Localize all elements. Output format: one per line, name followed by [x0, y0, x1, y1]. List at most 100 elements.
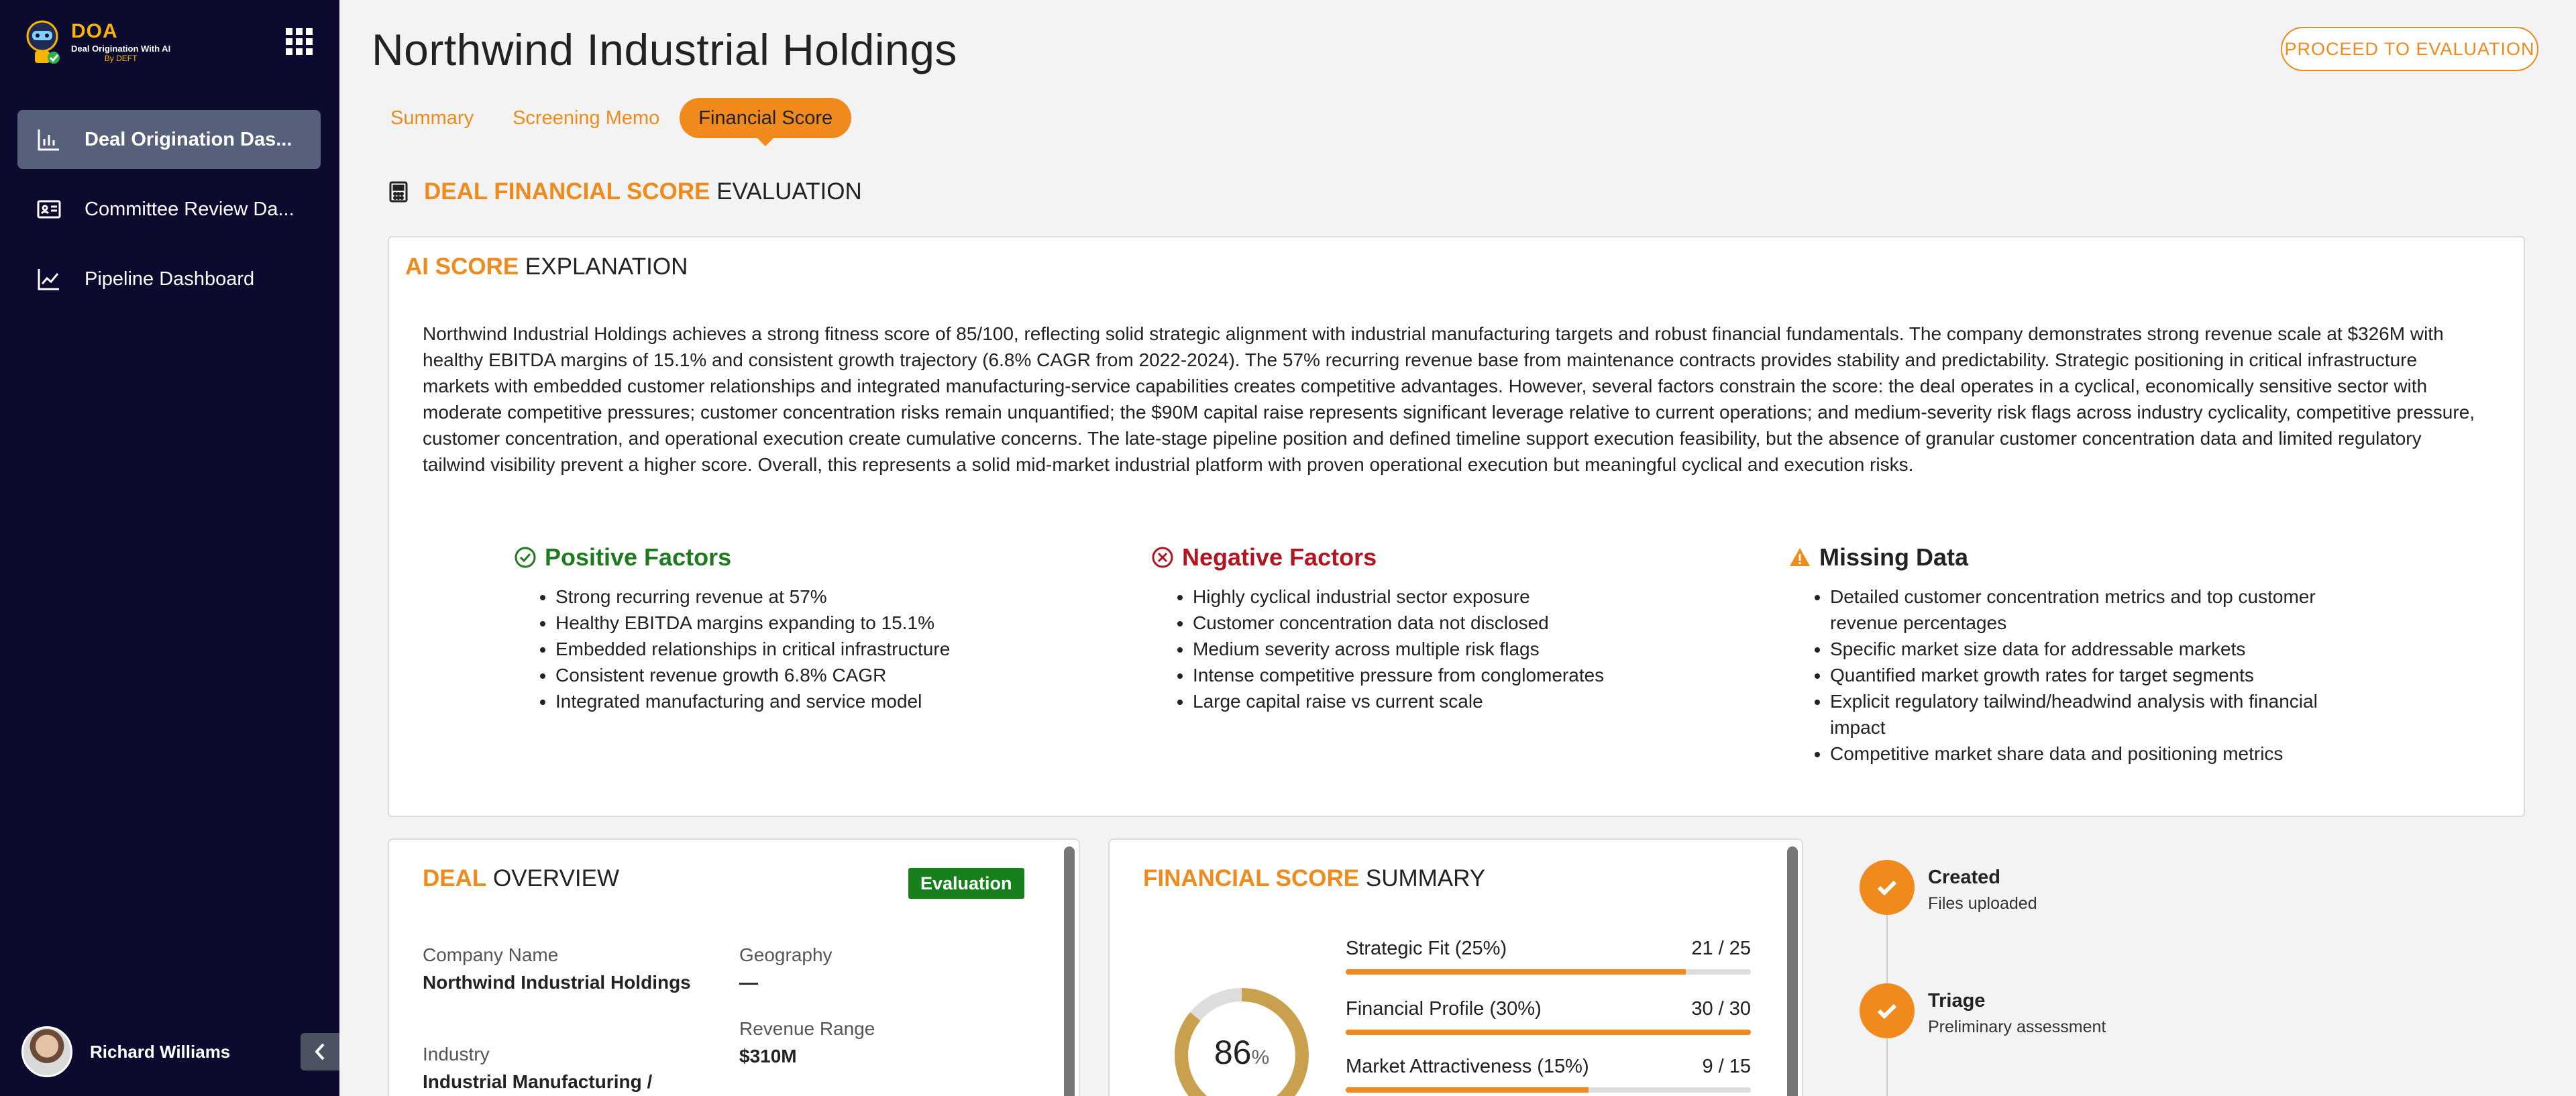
bar-chart-icon	[38, 129, 59, 151]
status-badge: Evaluation	[908, 868, 1024, 899]
list-item: Detailed customer concentration metrics …	[1830, 584, 2365, 636]
scrollbar[interactable]	[1787, 846, 1798, 1096]
sidebar-item-label: Committee Review Da...	[85, 198, 294, 220]
deal-overview-card: DEAL OVERVIEW Evaluation Company Name No…	[388, 838, 1080, 1096]
metric-value: 30 / 30	[1691, 998, 1751, 1020]
timeline-step-subtitle: Files uploaded	[1928, 894, 2037, 913]
card-title-accent: AI SCORE	[405, 254, 519, 280]
list-item: Consistent revenue growth 6.8% CAGR	[555, 662, 1118, 688]
metric-progress-fill	[1346, 969, 1686, 975]
score-number: 86	[1214, 1034, 1252, 1071]
field-label: Industry	[423, 1044, 490, 1064]
section-heading-accent: DEAL FINANCIAL SCORE	[424, 178, 710, 205]
tab-screening-memo[interactable]: Screening Memo	[494, 98, 678, 138]
line-chart-icon	[38, 269, 59, 290]
negative-factors-title: Negative Factors	[1182, 543, 1377, 571]
user-profile[interactable]: Richard Williams	[21, 1026, 230, 1077]
robot-mascot-icon	[19, 16, 66, 67]
field-label: Revenue Range	[739, 1018, 875, 1039]
proceed-to-evaluation-button[interactable]: PROCEED TO EVALUATION	[2281, 27, 2538, 71]
check-circle-icon	[515, 547, 536, 568]
sidebar-nav: Deal Origination Das... Committee Review…	[17, 110, 321, 319]
card-title: FINANCIAL SCORE SUMMARY	[1143, 865, 1485, 892]
list-item: Strong recurring revenue at 57%	[555, 584, 1118, 610]
ai-explanation-text: Northwind Industrial Holdings achieves a…	[423, 323, 2475, 475]
metric-progress-fill	[1346, 1087, 1589, 1093]
timeline-step-title: Created	[1928, 867, 2000, 888]
sidebar-item-label: Pipeline Dashboard	[85, 268, 255, 290]
card-title-rest: OVERVIEW	[486, 865, 620, 891]
sidebar-item-pipeline-dashboard[interactable]: Pipeline Dashboard	[17, 250, 321, 309]
list-item: Integrated manufacturing and service mod…	[555, 688, 1118, 714]
negative-factors: Negative Factors Highly cyclical industr…	[1151, 541, 1755, 714]
list-item: Customer concentration data not disclose…	[1193, 610, 1755, 636]
card-title-rest: SUMMARY	[1359, 865, 1486, 891]
chevron-left-icon	[315, 1043, 325, 1060]
deal-progress-timeline: Created Files uploaded Triage Preliminar…	[1860, 852, 2262, 1096]
list-item: Quantified market growth rates for targe…	[1830, 662, 2365, 688]
card-title-accent: DEAL	[423, 865, 487, 891]
field-value: —	[739, 972, 758, 993]
collapse-sidebar-button[interactable]	[301, 1033, 339, 1071]
positive-factors-title: Positive Factors	[545, 543, 732, 571]
metric-label: Strategic Fit (25%)	[1346, 938, 1507, 959]
logo-byline: By DEFT	[104, 53, 138, 63]
positive-factors-list: Strong recurring revenue at 57% Healthy …	[514, 584, 1118, 714]
card-title: AI SCORE EXPLANATION	[405, 254, 688, 280]
metric-market-attractiveness: Market Attractiveness (15%) 9 / 15	[1346, 1056, 1751, 1093]
ai-score-explanation-card: AI SCORE EXPLANATION Northwind Industria…	[388, 236, 2525, 817]
tab-financial-score[interactable]: Financial Score	[680, 98, 852, 146]
sidebar: DOA Deal Origination With AI By DEFT Dea…	[0, 0, 339, 1096]
metric-label: Market Attractiveness (15%)	[1346, 1056, 1589, 1077]
user-name: Richard Williams	[90, 1041, 231, 1062]
sidebar-item-label: Deal Origination Das...	[85, 128, 292, 150]
apps-grid-icon[interactable]	[284, 27, 314, 56]
calculator-icon	[389, 181, 408, 203]
list-item: Embedded relationships in critical infra…	[555, 636, 1118, 662]
id-card-icon	[37, 200, 61, 219]
timeline-step-triage: Triage Preliminary assessment	[1860, 983, 2106, 1038]
list-item: Intense competitive pressure from conglo…	[1193, 662, 1755, 688]
section-heading-rest: EVALUATION	[710, 178, 862, 205]
field-value: Industrial Manufacturing /	[423, 1071, 653, 1092]
metric-progress-fill	[1346, 1030, 1751, 1035]
industry-field: Industry Industrial Manufacturing /	[423, 1044, 731, 1095]
missing-data-list: Detailed customer concentration metrics …	[1788, 584, 2365, 767]
tab-summary[interactable]: Summary	[372, 98, 492, 138]
field-value: $310M	[739, 1046, 797, 1066]
sidebar-item-committee-review[interactable]: Committee Review Da...	[17, 180, 321, 239]
scrollbar[interactable]	[1064, 846, 1075, 1096]
geography-field: Geography —	[739, 944, 833, 995]
field-value: Northwind Industrial Holdings	[423, 972, 691, 993]
timeline-step-title: Triage	[1928, 990, 1986, 1011]
page-title: Northwind Industrial Holdings	[372, 25, 957, 74]
timeline-step-subtitle: Preliminary assessment	[1928, 1018, 2106, 1036]
score-value: 86%	[1171, 1033, 1312, 1072]
main-content: Northwind Industrial Holdings PROCEED TO…	[339, 0, 2576, 1096]
list-item: Medium severity across multiple risk fla…	[1193, 636, 1755, 662]
list-item: Competitive market share data and positi…	[1830, 741, 2365, 767]
score-unit: %	[1251, 1046, 1270, 1068]
metric-progress-track	[1346, 969, 1751, 975]
metric-value: 9 / 15	[1702, 1056, 1751, 1077]
avatar	[21, 1026, 72, 1077]
list-item: Large capital raise vs current scale	[1193, 688, 1755, 714]
check-icon	[1860, 860, 1915, 915]
list-item: Specific market size data for addressabl…	[1830, 636, 2365, 662]
tab-bar: Summary Screening Memo Financial Score	[372, 98, 853, 146]
company-name-field: Company Name Northwind Industrial Holdin…	[423, 944, 704, 995]
card-title: DEAL OVERVIEW	[423, 865, 619, 892]
metric-strategic-fit: Strategic Fit (25%) 21 / 25	[1346, 938, 1751, 975]
list-item: Highly cyclical industrial sector exposu…	[1193, 584, 1755, 610]
section-heading: DEAL FINANCIAL SCORE EVALUATION	[388, 178, 862, 205]
list-item: Healthy EBITDA margins expanding to 15.1…	[555, 610, 1118, 636]
metric-progress-track	[1346, 1087, 1751, 1093]
check-icon	[1860, 983, 1915, 1038]
revenue-range-field: Revenue Range $310M	[739, 1018, 875, 1069]
negative-factors-list: Highly cyclical industrial sector exposu…	[1151, 584, 1755, 714]
missing-data: Missing Data Detailed customer concentra…	[1788, 541, 2392, 767]
sidebar-item-deal-origination[interactable]: Deal Origination Das...	[17, 110, 321, 169]
field-label: Geography	[739, 944, 833, 965]
card-title-accent: FINANCIAL SCORE	[1143, 865, 1360, 891]
app-logo[interactable]: DOA Deal Origination With AI By DEFT	[19, 15, 207, 68]
